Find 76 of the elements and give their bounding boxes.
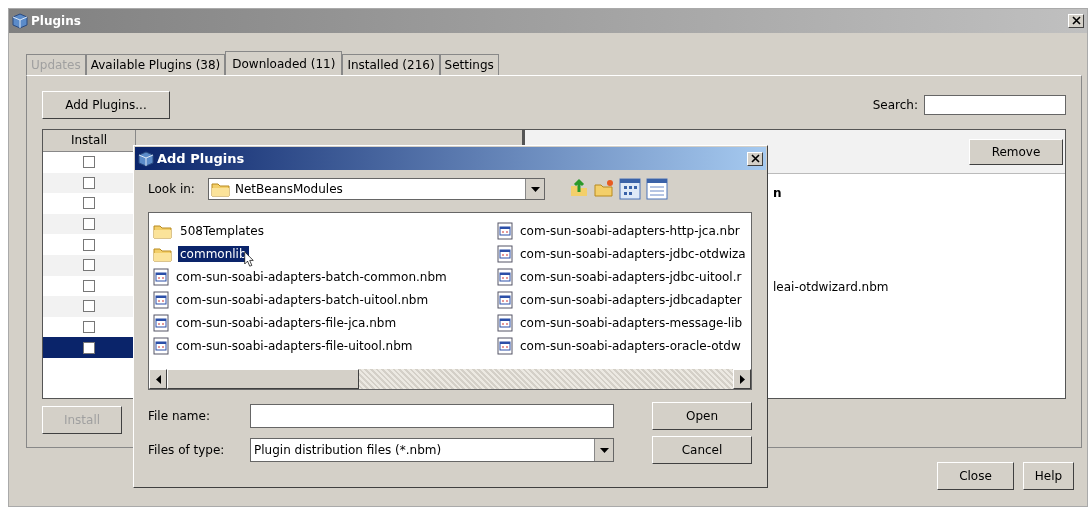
file-item[interactable]: 508Templates [153, 219, 497, 242]
dropdown-arrow-icon [599, 447, 609, 453]
table-row[interactable] [43, 337, 135, 358]
close-icon [1071, 16, 1081, 25]
search-label: Search: [872, 98, 918, 112]
folder-icon [153, 222, 173, 239]
file-list[interactable] [148, 212, 752, 390]
close-button[interactable] [1068, 14, 1084, 28]
close-icon [750, 153, 760, 163]
look-in-label: Look in: [148, 182, 196, 196]
mouse-pointer-icon [244, 251, 254, 267]
checkbox[interactable] [83, 321, 95, 334]
help-button[interactable]: Help [1023, 462, 1074, 490]
file-item[interactable]: com-sun-soabi-adapters-message-lib [497, 311, 751, 334]
app-icon [12, 13, 28, 29]
tab[interactable]: Downloaded (11) [225, 51, 343, 75]
file-item[interactable]: com-sun-soabi-adapters-jdbc-otdwiza [497, 242, 751, 265]
file-icon [153, 267, 169, 286]
close-button[interactable] [747, 151, 763, 166]
new-folder-icon[interactable] [594, 178, 614, 198]
dialog-title: Add Plugins [157, 151, 246, 166]
checkbox[interactable] [83, 238, 95, 251]
file-icon [497, 221, 513, 240]
file-icon [153, 290, 169, 309]
scroll-left-icon [155, 374, 161, 384]
file-type-label: Files of type: [148, 443, 226, 457]
tab[interactable]: Available Plugins (38) [85, 54, 226, 75]
checkbox[interactable] [83, 300, 95, 313]
up-folder-icon[interactable] [569, 178, 589, 198]
file-name-label: File name: [148, 409, 211, 423]
file-icon [153, 336, 169, 355]
file-type-dropdown[interactable]: Plugin distribution files (*.nbm) [250, 438, 614, 462]
checkbox[interactable] [83, 279, 95, 292]
file-item[interactable]: com-sun-soabi-adapters-jdbcadapter [497, 288, 751, 311]
file-item[interactable]: com-sun-soabi-adapters-batch-uitool.nbm [153, 288, 497, 311]
dialog-icon [138, 150, 154, 167]
file-icon [153, 313, 169, 332]
file-name-field[interactable] [250, 404, 614, 428]
tab[interactable]: Settings [439, 54, 499, 75]
close-button[interactable]: Close [937, 462, 1014, 490]
remove-button[interactable]: Remove [969, 138, 1063, 165]
checkbox[interactable] [83, 341, 95, 354]
open-button[interactable]: Open [652, 402, 752, 430]
horizontal-scrollbar[interactable] [149, 369, 751, 389]
folder-icon [211, 181, 231, 197]
scroll-right-icon [739, 374, 745, 384]
file-item[interactable]: com-sun-soabi-adapters-jdbc-uitool.r [497, 265, 751, 288]
tab[interactable]: Installed (216) [342, 54, 440, 75]
file-icon [497, 313, 513, 332]
search-field[interactable] [924, 95, 1066, 115]
checkbox[interactable] [83, 197, 95, 210]
folder-icon [153, 245, 173, 262]
file-icon [497, 244, 513, 263]
file-item[interactable]: com-sun-soabi-adapters-file-uitool.nbm [153, 334, 497, 357]
file-icon [497, 290, 513, 309]
file-item[interactable]: com-sun-soabi-adapters-batch-common.nbm [153, 265, 497, 288]
window-title: Plugins [31, 14, 82, 28]
file-item[interactable]: com-sun-soabi-adapters-oracle-otdw [497, 334, 751, 357]
checkbox[interactable] [83, 259, 95, 272]
dropdown-arrow-icon [530, 186, 540, 192]
file-icon [497, 336, 513, 355]
checkbox[interactable] [83, 218, 95, 231]
add-plugins-button[interactable]: Add Plugins... [42, 91, 170, 119]
detail-text: n [773, 186, 782, 200]
checkbox[interactable] [83, 176, 95, 189]
details-view-icon[interactable] [646, 178, 668, 200]
checkbox[interactable] [83, 156, 95, 169]
file-item[interactable]: com-sun-soabi-adapters-file-jca.nbm [153, 311, 497, 334]
file-item[interactable]: com-sun-soabi-adapters-http-jca.nbr [497, 219, 751, 242]
look-in-dropdown[interactable]: NetBeansModules [208, 178, 545, 200]
detail-text: leai-otdwizard.nbm [773, 280, 889, 294]
file-icon [497, 267, 513, 286]
file-item[interactable]: commonlib [153, 242, 497, 265]
list-view-icon[interactable] [619, 178, 641, 200]
cancel-button[interactable]: Cancel [652, 436, 752, 464]
column-header[interactable]: Install [43, 130, 135, 152]
